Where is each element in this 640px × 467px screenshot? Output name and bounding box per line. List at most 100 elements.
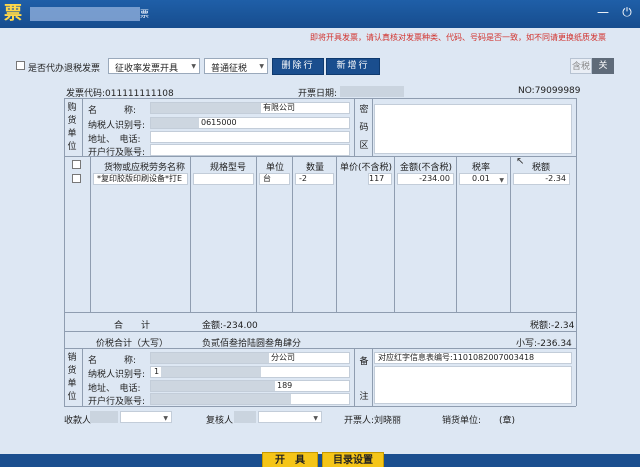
item-amount-field[interactable]: -234.00 [397,173,454,185]
reviewer-select[interactable]: ▼ [258,411,322,423]
add-row-button[interactable]: 新增行 [326,58,380,75]
divider [64,348,576,349]
invoice-app-icon: 票 [4,3,22,24]
item-unit-field[interactable]: 台 [259,173,290,185]
side-char: 货 [67,366,77,376]
item-rate-select[interactable]: 0.01 ▼ [459,173,508,185]
select-all-checkbox[interactable] [72,160,81,169]
tax-total: 税额:-2.34 [530,321,575,331]
side-char: 码 [359,123,369,133]
redacted-blur [151,103,261,113]
item-name-field[interactable]: *复印胶版印刷设备*打E [93,173,188,185]
seller-name-value: 分公司 [271,353,295,362]
seller-bank-field[interactable] [150,393,350,405]
divider [372,348,373,406]
redacted-blur [151,353,269,363]
row-checkbox[interactable] [72,174,81,183]
seller-unit-label: 销货单位: (章) [442,416,516,426]
tax-type-value: 普通征税 [211,64,248,74]
side-char: 注 [359,392,369,402]
delete-row-button[interactable]: 删除行 [272,58,324,75]
buyer-taxid-field[interactable]: 0615000 [150,117,350,129]
divider [90,156,91,312]
redacted-blur [161,367,261,377]
tax-type-select[interactable]: 普通征税 ▼ [204,58,268,74]
buyer-name-value: 有限公司 [263,103,295,112]
invoice-type-select[interactable]: 征收率发票开具 ▼ [108,58,200,74]
mouse-cursor-icon: ↖ [516,156,525,167]
divider [82,348,83,406]
side-char: 位 [67,392,77,402]
item-tax-field[interactable]: -2.34 [513,173,570,185]
redacted-blur [151,381,275,391]
seller-taxid-value: 1 [154,367,160,376]
issue-notice: 即将开具发票，请认真核对发票种类、代码、号码是否一致，如不同请更换纸质发票 [310,33,606,42]
item-qty-field[interactable]: -2 [295,173,334,185]
chevron-down-icon: ▼ [191,63,196,70]
divider [456,156,457,312]
divider [256,156,257,312]
divider [64,312,576,313]
payee-label: 收款人 [64,416,92,426]
col-rate-header: 税率 [472,163,491,173]
close-window-button[interactable]: ⏻ [620,5,634,19]
item-price-field[interactable]: 117 [368,173,392,185]
remark-field[interactable]: 对应红字信息表编号:1101082007003418 [374,352,572,364]
agent-refund-checkbox[interactable] [16,61,25,70]
seller-address-field[interactable]: 189 [150,380,350,392]
catalog-settings-button[interactable]: 目录设置 [322,452,384,467]
divider [372,98,373,156]
item-rate-value: 0.01 [472,174,490,183]
remark-extra-field[interactable] [374,366,572,404]
payee-select[interactable]: ▼ [120,411,172,423]
minimize-button[interactable]: — [596,5,610,19]
total-label: 合 计 [114,321,151,331]
buyer-taxid-label: 纳税人识别号: [88,121,146,131]
side-char: 单 [67,129,77,139]
reviewer-label: 复核人 [206,416,234,426]
col-spec-header: 规格型号 [210,163,247,173]
title-bar: 票 票 — ⏻ [0,0,640,28]
side-char: 购 [67,103,77,113]
issue-invoice-button[interactable]: 开 具 [262,452,318,467]
border-line [64,98,576,99]
seller-side-label: 销 货 单 位 [66,352,78,404]
remark-side-label: 备 注 [358,356,370,404]
divider [510,156,511,312]
side-char: 销 [67,353,77,363]
seller-name-field[interactable]: 分公司 [150,352,350,364]
buyer-side-label: 购 货 单 位 [66,102,78,154]
tax-toggle-off[interactable]: 关 [592,58,614,74]
buyer-name-field[interactable]: 有限公司 [150,102,350,114]
side-char: 密 [359,105,369,115]
chevron-down-icon: ▼ [163,415,168,422]
cipher-area [374,104,572,154]
side-char: 单 [67,379,77,389]
buyer-address-label: 地址、 电话: [88,135,141,145]
divider [336,156,337,312]
seller-name-label: 名 称: [88,356,137,366]
tax-included-toggle[interactable]: 含税 [570,58,592,74]
chevron-down-icon: ▼ [259,63,264,70]
reviewer-blur [234,411,256,423]
border-line [64,98,65,406]
divider [292,156,293,312]
col-name-header: 货物或应税劳务名称 [104,163,186,173]
divider [190,156,191,312]
invoice-type-value: 征收率发票开具 [115,64,179,74]
window-title: 票 [140,10,150,20]
seller-taxid-field[interactable]: 1 [150,366,350,378]
title-blur [30,7,140,21]
item-spec-field[interactable] [193,173,254,185]
payee-blur [90,411,118,423]
border-line [576,98,577,406]
side-char: 备 [359,357,369,367]
side-char: 区 [359,141,369,151]
buyer-bank-field[interactable] [150,144,350,156]
col-qty-header: 数量 [306,163,325,173]
seller-bank-label: 开户行及账号: [88,397,146,407]
divider [82,98,83,156]
col-unit-header: 单位 [266,163,285,173]
buyer-address-field[interactable] [150,131,350,143]
divider [354,348,355,406]
